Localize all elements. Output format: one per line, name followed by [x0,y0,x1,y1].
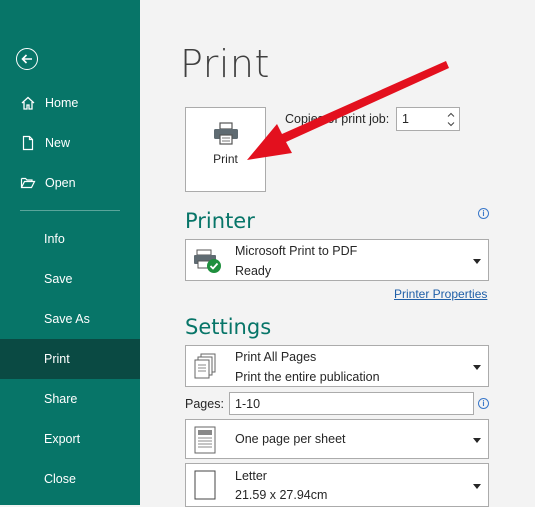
copies-label: Copies of print job: [285,112,390,126]
nav-print[interactable]: Print [0,339,140,379]
nav-info-label: Info [44,232,65,246]
printer-name: Microsoft Print to PDF [235,244,358,258]
pages-info-icon[interactable]: i [478,398,489,409]
nav-new-label: New [45,136,71,150]
nav-print-label: Print [44,352,70,366]
nav-export-label: Export [44,432,81,446]
nav-open-label: Open [45,176,76,190]
printer-section-title: Printer [185,209,255,233]
pages-stack-icon [194,353,216,379]
paper-size-subtitle: 21.59 x 27.94cm [235,488,328,502]
print-button-label: Print [213,152,238,166]
chevron-down-icon [473,259,481,264]
home-icon [19,94,37,112]
copies-spinner[interactable]: 1 [396,107,460,131]
print-range-subtitle: Print the entire publication [235,370,380,384]
pages-input[interactable]: 1-10 [229,392,474,415]
nav-save-as[interactable]: Save As [0,299,140,339]
nav-export[interactable]: Export [0,419,140,459]
nav-new[interactable]: New [0,123,140,163]
paper-size-dropdown[interactable]: Letter 21.59 x 27.94cm [185,463,489,507]
spin-up-icon[interactable] [446,110,456,119]
backstage-sidebar: Home New Open Info Save Save As Print Sh… [0,0,140,505]
printer-properties-link[interactable]: Printer Properties [394,287,487,301]
print-range-dropdown[interactable]: Print All Pages Print the entire publica… [185,345,489,387]
nav-home-label: Home [45,96,79,110]
print-button[interactable]: Print [185,107,266,192]
sidebar-divider [20,210,120,211]
nav-info[interactable]: Info [0,219,140,259]
folder-open-icon [19,174,37,192]
nav-share-label: Share [44,392,78,406]
nav-save-label: Save [44,272,73,286]
printer-ready-icon [194,249,221,273]
printer-icon [213,122,238,145]
printer-info-icon[interactable]: i [478,208,489,219]
nav-save-as-label: Save As [44,312,90,326]
spin-down-icon[interactable] [446,120,456,129]
chevron-down-icon [473,365,481,370]
nav-open[interactable]: Open [0,163,140,203]
nav-home[interactable]: Home [0,83,140,123]
pages-per-sheet-dropdown[interactable]: One page per sheet [185,419,489,459]
print-range-title: Print All Pages [235,350,317,364]
nav-save[interactable]: Save [0,259,140,299]
back-arrow-icon[interactable] [16,48,38,70]
printer-status: Ready [235,264,272,278]
page-layout-icon [194,426,216,454]
chevron-down-icon [473,438,481,443]
pages-per-sheet-title: One page per sheet [235,432,346,446]
paper-icon [194,470,216,500]
nav-close-label: Close [44,472,76,486]
page-title: Print [180,42,270,86]
chevron-down-icon [473,484,481,489]
pages-label: Pages: [185,397,224,411]
printer-dropdown[interactable]: Microsoft Print to PDF Ready [185,239,489,281]
nav-close[interactable]: Close [0,459,140,499]
nav-share[interactable]: Share [0,379,140,419]
copies-value: 1 [402,112,409,126]
new-document-icon [19,134,37,152]
paper-size-title: Letter [235,469,267,483]
settings-section-title: Settings [185,315,272,339]
